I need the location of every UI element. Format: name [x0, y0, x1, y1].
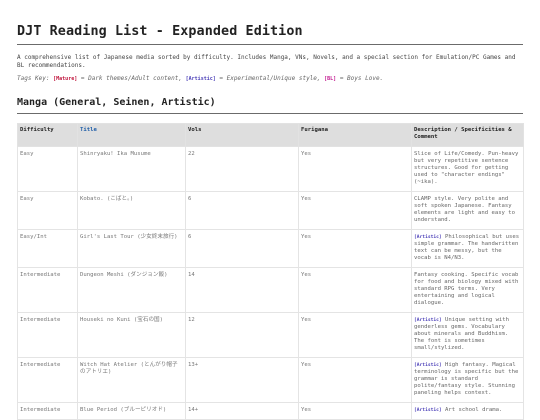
- page-content: DJT Reading List - Expanded Edition A co…: [0, 0, 540, 420]
- cell-title: Blue Period (ブルーピリオド): [77, 402, 186, 420]
- artistic-tag: [Artistic]: [414, 235, 442, 240]
- cell-vols: 14: [185, 267, 299, 313]
- cell-description: Slice of Life/Comedy. Pun-heavy but very…: [411, 146, 524, 192]
- manga-table: Difficulty Title Vols Furigana Descripti…: [17, 123, 524, 420]
- table-row: Intermediate Blue Period (ブルーピリオド) 14+ Y…: [17, 402, 524, 420]
- cell-title: Witch Hat Atelier (とんがり帽子のアトリエ): [77, 357, 186, 403]
- cell-vols: 13+: [185, 357, 299, 403]
- cell-difficulty: Easy: [17, 146, 78, 192]
- cell-vols: 6: [185, 191, 299, 230]
- artistic-tag: [Artistic]: [414, 318, 442, 323]
- cell-vols: 14+: [185, 402, 299, 420]
- table-header-row: Difficulty Title Vols Furigana Descripti…: [17, 123, 524, 147]
- bl-tag-desc: = Boys Love.: [339, 75, 384, 82]
- artistic-tag-desc: = Experimental/Unique style,: [219, 75, 321, 82]
- cell-difficulty: Intermediate: [17, 357, 78, 403]
- cell-description: Fantasy cooking. Specific vocab for food…: [411, 267, 524, 313]
- cell-description: [Artistic] Philosophical but uses simple…: [411, 229, 524, 268]
- cell-vols: 22: [185, 146, 299, 192]
- cell-vols: 12: [185, 312, 299, 358]
- cell-vols: 6: [185, 229, 299, 268]
- cell-title: Houseki no Kuni (宝石の国): [77, 312, 186, 358]
- description-text: Slice of Life/Comedy. Pun-heavy but very…: [414, 151, 519, 185]
- column-header-furigana: Furigana: [298, 123, 412, 147]
- cell-description: CLAMP style. Very polite and soft spoken…: [411, 191, 524, 230]
- description-text: Fantasy cooking. Specific vocab for food…: [414, 272, 519, 306]
- table-row: Easy/Int Girl's Last Tour (少女終末旅行) 6 Yes…: [17, 229, 524, 268]
- cell-furigana: Yes: [298, 267, 412, 313]
- artistic-tag: [Artistic]: [414, 408, 442, 413]
- description-text: Art school drama.: [445, 407, 503, 413]
- column-header-description: Description / Specificities & Comment: [411, 123, 524, 147]
- cell-title: Dungeon Meshi (ダンジョン飯): [77, 267, 186, 313]
- cell-furigana: Yes: [298, 229, 412, 268]
- column-header-vols: Vols: [185, 123, 299, 147]
- artistic-tag: [Artistic]: [185, 76, 216, 82]
- cell-furigana: Yes: [298, 312, 412, 358]
- artistic-tag: [Artistic]: [414, 363, 442, 368]
- cell-furigana: Yes: [298, 357, 412, 403]
- cell-difficulty: Easy: [17, 191, 78, 230]
- column-header-title: Title: [77, 123, 186, 147]
- mature-tag: [Mature]: [53, 76, 78, 82]
- cell-difficulty: Easy/Int: [17, 229, 78, 268]
- cell-difficulty: Intermediate: [17, 267, 78, 313]
- table-row: Easy Shinryaku! Ika Musume 22 Yes Slice …: [17, 146, 524, 192]
- cell-title: Shinryaku! Ika Musume: [77, 146, 186, 192]
- tags-key-label: Tags Key:: [17, 75, 50, 82]
- table-row: Easy Kobato. (こばと。) 6 Yes CLAMP style. V…: [17, 191, 524, 230]
- cell-furigana: Yes: [298, 402, 412, 420]
- cell-title: Girl's Last Tour (少女終末旅行): [77, 229, 186, 268]
- cell-title: Kobato. (こばと。): [77, 191, 186, 230]
- intro-text: A comprehensive list of Japanese media s…: [17, 54, 516, 69]
- cell-difficulty: Intermediate: [17, 402, 78, 420]
- cell-description: [Artistic] Unique setting with genderles…: [411, 312, 524, 358]
- cell-description: [Artistic] Art school drama.: [411, 402, 524, 420]
- table-row: Intermediate Witch Hat Atelier (とんがり帽子のア…: [17, 357, 524, 403]
- bl-tag: [BL]: [324, 76, 337, 82]
- cell-description: [Artistic] High fantasy. Magical termino…: [411, 357, 524, 403]
- description-text: CLAMP style. Very polite and soft spoken…: [414, 196, 516, 223]
- cell-furigana: Yes: [298, 146, 412, 192]
- column-header-difficulty: Difficulty: [17, 123, 78, 147]
- table-row: Intermediate Houseki no Kuni (宝石の国) 12 Y…: [17, 312, 524, 358]
- cell-furigana: Yes: [298, 191, 412, 230]
- cell-difficulty: Intermediate: [17, 312, 78, 358]
- page-title: DJT Reading List - Expanded Edition: [17, 0, 523, 45]
- mature-tag-desc: = Dark themes/Adult content,: [80, 75, 183, 82]
- tags-key: Tags Key: [Mature] = Dark themes/Adult c…: [17, 75, 523, 83]
- manga-section-heading: Manga (General, Seinen, Artistic): [17, 97, 523, 114]
- table-row: Intermediate Dungeon Meshi (ダンジョン飯) 14 Y…: [17, 267, 524, 313]
